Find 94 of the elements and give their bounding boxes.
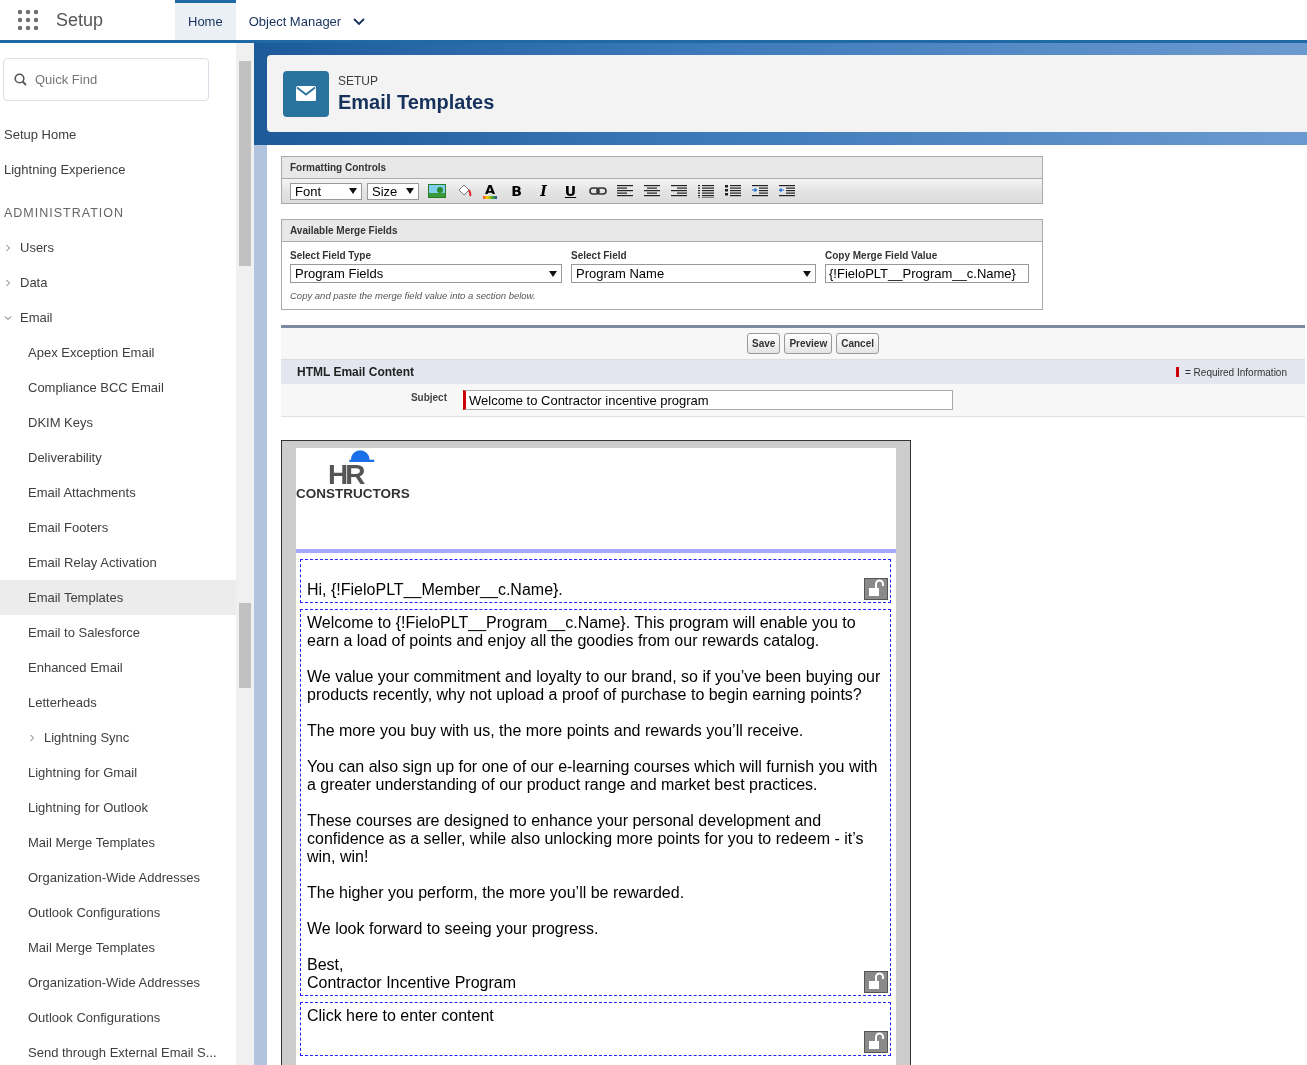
nav-tab[interactable]: Object Manager — [235, 0, 379, 40]
content-section[interactable]: Hi, {!FieloPLT__Member__c.Name}. — [300, 559, 891, 603]
underline-button[interactable]: U — [557, 183, 584, 199]
panel-title: Available Merge Fields — [282, 220, 1042, 242]
sidebar-item[interactable]: Lightning for Outlook — [0, 790, 236, 825]
logo-mark: HR — [328, 463, 363, 487]
sidebar-item[interactable]: Organization-Wide Addresses — [0, 860, 236, 895]
italic-button[interactable]: I — [530, 183, 557, 199]
sidebar-item[interactable]: Deliverability — [0, 440, 236, 475]
subject-field[interactable]: Welcome to Contractor incentive program — [463, 390, 953, 410]
app-name: Setup — [56, 9, 104, 31]
quick-find-field[interactable]: Quick Find — [3, 58, 209, 101]
chevron-right-icon — [4, 278, 12, 287]
chevron-down-icon — [4, 313, 12, 322]
email-icon — [283, 70, 329, 117]
dropdown-arrow-icon — [349, 188, 357, 194]
sidebar-item[interactable]: Enhanced Email — [0, 650, 236, 685]
sidebar-item[interactable]: Email Templates — [0, 580, 236, 615]
panel-title: Formatting Controls — [282, 157, 1042, 179]
paragraph: Hi, {!FieloPLT__Member__c.Name}. — [307, 581, 563, 599]
link-icon[interactable] — [588, 187, 607, 195]
sidebar-item[interactable]: Lightning Experience — [0, 152, 236, 187]
outdent-icon[interactable] — [778, 184, 795, 198]
align-center-icon[interactable] — [643, 184, 660, 198]
field-select[interactable]: Program Name — [571, 264, 816, 283]
indent-icon[interactable] — [751, 184, 768, 198]
sidebar-item[interactable]: Lightning for Gmail — [0, 755, 236, 790]
logo-text: CONSTRUCTORS — [296, 486, 410, 501]
sidebar-item[interactable]: Email Footers — [0, 510, 236, 545]
sidebar-item[interactable]: Mail Merge Templates — [0, 825, 236, 860]
action-button[interactable]: Preview — [784, 333, 833, 354]
paragraph: The higher you perform, the more you’ll be rewarded. — [307, 884, 685, 902]
section-heading: ADMINISTRATION — [3, 204, 126, 222]
paragraph: Best, Contractor Incentive Program — [307, 956, 516, 992]
sidebar-item[interactable]: Mail Merge Templates — [0, 930, 236, 965]
field-label: Select Field Type — [290, 250, 372, 261]
text-color-button[interactable]: A — [483, 183, 497, 199]
sidebar-item[interactable]: Data — [0, 265, 236, 300]
dropdown-arrow-icon — [406, 188, 414, 194]
paragraph: The more you buy with us, the more points and rewards you’ll receive. — [307, 722, 804, 740]
chevron-right-icon — [28, 733, 36, 742]
field-select[interactable]: Program Fields — [290, 264, 562, 283]
bulleted-list-icon[interactable] — [697, 184, 714, 198]
page-eyebrow: SETUP — [338, 73, 379, 88]
merge-value-field[interactable]: {!FieloPLT__Program__c.Name} — [825, 264, 1029, 283]
font-select[interactable]: Font — [290, 182, 362, 200]
paragraph: Click here to enter content — [307, 1007, 494, 1025]
content-section[interactable]: Click here to enter content — [300, 1002, 891, 1056]
paragraph: We value your commitment and loyalty to our brand, so if you’ve been buying our products recently, why not upload a proof of purchase to begin earning points? — [307, 668, 882, 704]
sidebar-item[interactable]: Setup Home — [0, 117, 236, 152]
sidebar-item[interactable]: Apex Exception Email — [0, 335, 236, 370]
sidebar-item[interactable]: Lightning Sync — [0, 720, 236, 755]
align-left-icon[interactable] — [616, 184, 633, 198]
sidebar-item[interactable]: Outlook Configurations — [0, 1000, 236, 1035]
sidebar-item[interactable]: Email — [0, 300, 236, 335]
paragraph: These courses are designed to enhance your personal development and confidence as a seller, while also unlocking more points for you to redeem - it’s win, win! — [307, 812, 865, 866]
sidebar-item[interactable]: Letterheads — [0, 685, 236, 720]
content-section[interactable] — [300, 609, 891, 996]
field-label: Select Field — [571, 250, 628, 261]
sidebar-item[interactable]: Compliance BCC Email — [0, 370, 236, 405]
field-label: Subject — [409, 391, 448, 403]
align-right-icon[interactable] — [670, 184, 687, 198]
dropdown-arrow-icon — [803, 270, 811, 277]
insert-image-icon[interactable] — [427, 184, 446, 198]
dropdown-arrow-icon — [549, 270, 557, 277]
hint-text: Copy and paste the merge field value into a section below. — [289, 289, 537, 303]
numbered-list-icon[interactable] — [724, 184, 741, 198]
required-legend: = Required Information — [1185, 366, 1287, 378]
paragraph: We look forward to seeing your progress. — [307, 920, 599, 938]
sidebar-item[interactable]: Email to Salesforce — [0, 615, 236, 650]
app-launcher-icon[interactable] — [18, 10, 38, 30]
action-button[interactable]: Cancel — [836, 333, 879, 354]
required-marker — [1176, 367, 1179, 377]
paragraph: You can also sign up for one of our e-learning courses which will furnish you with a greater understanding of our product range and market best practices. — [307, 758, 879, 794]
nav-tab[interactable]: Home — [175, 0, 236, 40]
lock-icon[interactable] — [864, 1031, 888, 1053]
section-title: HTML Email Content — [297, 365, 415, 379]
sidebar-item[interactable]: Send through External Email S... — [0, 1035, 236, 1065]
sidebar-item[interactable]: Email Attachments — [0, 475, 236, 510]
bold-button[interactable]: B — [503, 183, 530, 199]
lock-icon[interactable] — [864, 578, 888, 600]
chevron-down-icon — [353, 17, 366, 26]
action-button[interactable]: Save — [747, 333, 781, 354]
field-label: Copy Merge Field Value — [825, 250, 939, 261]
lock-icon[interactable] — [864, 971, 888, 993]
size-select[interactable]: Size — [367, 182, 419, 200]
paragraph: Welcome to {!FieloPLT__Program__c.Name}. This program will enable you to earn a load of points and enjoy all the goodies from our rewards catalog. — [307, 614, 857, 650]
sidebar-item[interactable]: DKIM Keys — [0, 405, 236, 440]
sidebar-item[interactable]: Users — [0, 230, 236, 265]
sidebar-item[interactable]: Organization-Wide Addresses — [0, 965, 236, 1000]
sidebar-item[interactable]: Email Relay Activation — [0, 545, 236, 580]
sidebar-item[interactable]: Outlook Configurations — [0, 895, 236, 930]
page-title: Email Templates — [338, 90, 495, 114]
chevron-right-icon — [4, 243, 12, 252]
